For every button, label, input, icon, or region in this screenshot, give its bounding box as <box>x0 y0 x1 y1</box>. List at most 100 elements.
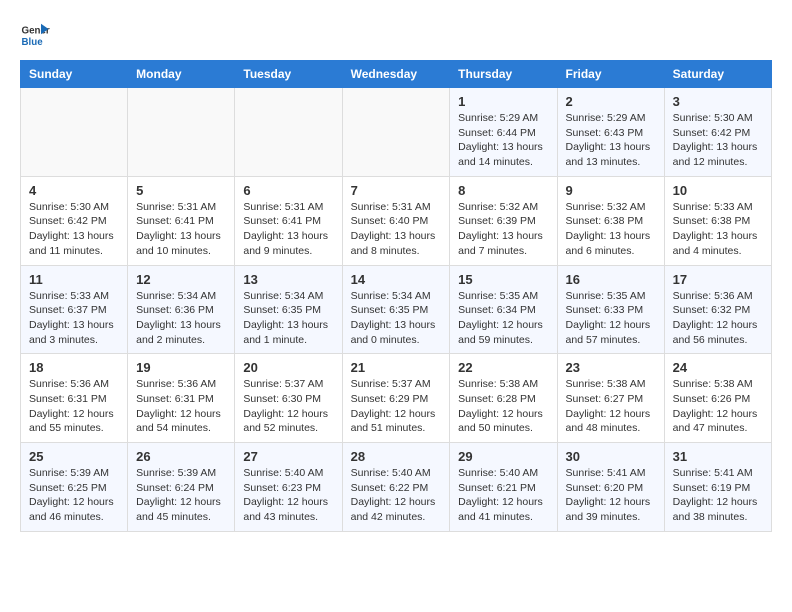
day-info: Sunrise: 5:35 AM Sunset: 6:34 PM Dayligh… <box>458 289 548 348</box>
calendar-week-row: 18Sunrise: 5:36 AM Sunset: 6:31 PM Dayli… <box>21 354 772 443</box>
day-info: Sunrise: 5:29 AM Sunset: 6:44 PM Dayligh… <box>458 111 548 170</box>
day-info: Sunrise: 5:37 AM Sunset: 6:29 PM Dayligh… <box>351 377 442 436</box>
calendar-cell: 22 Sunrise: 5:38 AM Sunset: 6:28 PM Dayli… <box>450 354 557 443</box>
calendar-cell: 14Sunrise: 5:34 AM Sunset: 6:35 PM Dayli… <box>342 265 450 354</box>
day-info: Sunrise: 5:29 AM Sunset: 6:43 PM Dayligh… <box>566 111 656 170</box>
calendar-cell: 21 Sunrise: 5:37 AM Sunset: 6:29 PM Dayli… <box>342 354 450 443</box>
day-number: 30 <box>566 449 656 464</box>
calendar-cell: 24Sunrise: 5:38 AM Sunset: 6:26 PM Dayli… <box>664 354 771 443</box>
calendar-cell: 29 Sunrise: 5:40 AM Sunset: 6:21 PM Dayli… <box>450 443 557 532</box>
day-number: 16 <box>566 272 656 287</box>
calendar-cell: 15 Sunrise: 5:35 AM Sunset: 6:34 PM Dayli… <box>450 265 557 354</box>
day-number: 11 <box>29 272 119 287</box>
calendar-cell: 5 Sunrise: 5:31 AM Sunset: 6:41 PM Daylig… <box>128 176 235 265</box>
day-number: 10 <box>673 183 763 198</box>
calendar-cell: 28 Sunrise: 5:40 AM Sunset: 6:22 PM Dayli… <box>342 443 450 532</box>
day-info: Sunrise: 5:32 AM Sunset: 6:39 PM Dayligh… <box>458 200 548 259</box>
day-info: Sunrise: 5:36 AM Sunset: 6:32 PM Dayligh… <box>673 289 763 348</box>
page-header: General Blue <box>20 20 772 50</box>
day-info: Sunrise: 5:41 AM Sunset: 6:20 PM Dayligh… <box>566 466 656 525</box>
day-info: Sunrise: 5:38 AM Sunset: 6:28 PM Dayligh… <box>458 377 548 436</box>
calendar-cell: 19 Sunrise: 5:36 AM Sunset: 6:31 PM Dayli… <box>128 354 235 443</box>
calendar-cell: 4Sunrise: 5:30 AM Sunset: 6:42 PM Daylig… <box>21 176 128 265</box>
day-info: Sunrise: 5:34 AM Sunset: 6:35 PM Dayligh… <box>351 289 442 348</box>
logo: General Blue <box>20 20 50 50</box>
day-number: 21 <box>351 360 442 375</box>
calendar-week-row: 25 Sunrise: 5:39 AM Sunset: 6:25 PM Dayli… <box>21 443 772 532</box>
day-info: Sunrise: 5:33 AM Sunset: 6:38 PM Dayligh… <box>673 200 763 259</box>
day-number: 27 <box>243 449 333 464</box>
day-number: 29 <box>458 449 548 464</box>
day-info: Sunrise: 5:34 AM Sunset: 6:35 PM Dayligh… <box>243 289 333 348</box>
calendar-table: SundayMondayTuesdayWednesdayThursdayFrid… <box>20 60 772 532</box>
weekday-header-tuesday: Tuesday <box>235 61 342 88</box>
day-number: 28 <box>351 449 442 464</box>
day-number: 12 <box>136 272 226 287</box>
day-number: 13 <box>243 272 333 287</box>
day-number: 1 <box>458 94 548 109</box>
weekday-header-row: SundayMondayTuesdayWednesdayThursdayFrid… <box>21 61 772 88</box>
day-info: Sunrise: 5:36 AM Sunset: 6:31 PM Dayligh… <box>29 377 119 436</box>
day-info: Sunrise: 5:31 AM Sunset: 6:41 PM Dayligh… <box>136 200 226 259</box>
weekday-header-sunday: Sunday <box>21 61 128 88</box>
day-number: 31 <box>673 449 763 464</box>
weekday-header-saturday: Saturday <box>664 61 771 88</box>
day-info: Sunrise: 5:30 AM Sunset: 6:42 PM Dayligh… <box>673 111 763 170</box>
calendar-cell <box>235 88 342 177</box>
weekday-header-thursday: Thursday <box>450 61 557 88</box>
calendar-cell: 13 Sunrise: 5:34 AM Sunset: 6:35 PM Dayli… <box>235 265 342 354</box>
day-number: 19 <box>136 360 226 375</box>
calendar-cell: 30 Sunrise: 5:41 AM Sunset: 6:20 PM Dayli… <box>557 443 664 532</box>
day-number: 2 <box>566 94 656 109</box>
calendar-cell <box>342 88 450 177</box>
day-info: Sunrise: 5:41 AM Sunset: 6:19 PM Dayligh… <box>673 466 763 525</box>
day-number: 3 <box>673 94 763 109</box>
calendar-cell: 26Sunrise: 5:39 AM Sunset: 6:24 PM Dayli… <box>128 443 235 532</box>
calendar-cell <box>128 88 235 177</box>
calendar-cell: 2 Sunrise: 5:29 AM Sunset: 6:43 PM Daylig… <box>557 88 664 177</box>
calendar-cell: 23Sunrise: 5:38 AM Sunset: 6:27 PM Dayli… <box>557 354 664 443</box>
svg-text:Blue: Blue <box>22 37 44 48</box>
day-info: Sunrise: 5:40 AM Sunset: 6:22 PM Dayligh… <box>351 466 442 525</box>
logo-icon: General Blue <box>20 20 50 50</box>
day-info: Sunrise: 5:39 AM Sunset: 6:25 PM Dayligh… <box>29 466 119 525</box>
day-info: Sunrise: 5:36 AM Sunset: 6:31 PM Dayligh… <box>136 377 226 436</box>
calendar-cell: 20 Sunrise: 5:37 AM Sunset: 6:30 PM Dayli… <box>235 354 342 443</box>
calendar-cell: 17 Sunrise: 5:36 AM Sunset: 6:32 PM Dayli… <box>664 265 771 354</box>
calendar-cell: 8Sunrise: 5:32 AM Sunset: 6:39 PM Daylig… <box>450 176 557 265</box>
day-number: 15 <box>458 272 548 287</box>
calendar-cell: 3 Sunrise: 5:30 AM Sunset: 6:42 PM Daylig… <box>664 88 771 177</box>
weekday-header-monday: Monday <box>128 61 235 88</box>
day-number: 6 <box>243 183 333 198</box>
calendar-week-row: 4Sunrise: 5:30 AM Sunset: 6:42 PM Daylig… <box>21 176 772 265</box>
day-number: 17 <box>673 272 763 287</box>
weekday-header-wednesday: Wednesday <box>342 61 450 88</box>
day-info: Sunrise: 5:39 AM Sunset: 6:24 PM Dayligh… <box>136 466 226 525</box>
calendar-cell <box>21 88 128 177</box>
day-info: Sunrise: 5:38 AM Sunset: 6:26 PM Dayligh… <box>673 377 763 436</box>
calendar-cell: 18Sunrise: 5:36 AM Sunset: 6:31 PM Dayli… <box>21 354 128 443</box>
day-info: Sunrise: 5:38 AM Sunset: 6:27 PM Dayligh… <box>566 377 656 436</box>
day-info: Sunrise: 5:33 AM Sunset: 6:37 PM Dayligh… <box>29 289 119 348</box>
calendar-cell: 31 Sunrise: 5:41 AM Sunset: 6:19 PM Dayli… <box>664 443 771 532</box>
day-info: Sunrise: 5:31 AM Sunset: 6:41 PM Dayligh… <box>243 200 333 259</box>
weekday-header-friday: Friday <box>557 61 664 88</box>
day-info: Sunrise: 5:34 AM Sunset: 6:36 PM Dayligh… <box>136 289 226 348</box>
day-number: 9 <box>566 183 656 198</box>
calendar-cell: 10 Sunrise: 5:33 AM Sunset: 6:38 PM Dayli… <box>664 176 771 265</box>
calendar-cell: 9 Sunrise: 5:32 AM Sunset: 6:38 PM Daylig… <box>557 176 664 265</box>
day-info: Sunrise: 5:35 AM Sunset: 6:33 PM Dayligh… <box>566 289 656 348</box>
day-number: 25 <box>29 449 119 464</box>
day-number: 5 <box>136 183 226 198</box>
day-info: Sunrise: 5:32 AM Sunset: 6:38 PM Dayligh… <box>566 200 656 259</box>
day-info: Sunrise: 5:37 AM Sunset: 6:30 PM Dayligh… <box>243 377 333 436</box>
calendar-week-row: 1 Sunrise: 5:29 AM Sunset: 6:44 PM Daylig… <box>21 88 772 177</box>
calendar-cell: 1 Sunrise: 5:29 AM Sunset: 6:44 PM Daylig… <box>450 88 557 177</box>
calendar-cell: 12 Sunrise: 5:34 AM Sunset: 6:36 PM Dayli… <box>128 265 235 354</box>
day-number: 22 <box>458 360 548 375</box>
calendar-cell: 11 Sunrise: 5:33 AM Sunset: 6:37 PM Dayli… <box>21 265 128 354</box>
day-info: Sunrise: 5:40 AM Sunset: 6:21 PM Dayligh… <box>458 466 548 525</box>
calendar-cell: 16 Sunrise: 5:35 AM Sunset: 6:33 PM Dayli… <box>557 265 664 354</box>
calendar-cell: 27Sunrise: 5:40 AM Sunset: 6:23 PM Dayli… <box>235 443 342 532</box>
day-number: 20 <box>243 360 333 375</box>
